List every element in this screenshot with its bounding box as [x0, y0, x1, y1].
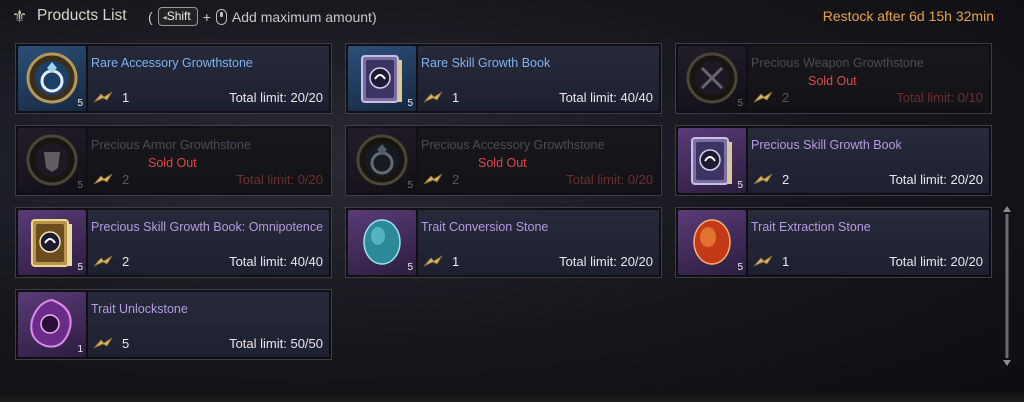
product-card[interactable]: 5 Precious Skill Growth Book: Omnipotence…	[15, 207, 332, 278]
hint-open-paren: (	[148, 8, 153, 25]
product-card[interactable]: 5 Precious Accessory Growthstone Sold Out 2…	[345, 125, 662, 196]
gold-skill-book-icon: 5	[18, 210, 86, 275]
product-info: Precious Skill Growth Book 2 Total limit: …	[748, 128, 989, 193]
item-quantity: 5	[407, 262, 413, 273]
plus-sign: +	[202, 8, 211, 25]
hint-text: Add maximum amount)	[231, 8, 377, 25]
item-quantity: 5	[77, 98, 83, 109]
teal-stone-icon: 5	[348, 210, 416, 275]
shift-key-label: Shift	[166, 9, 191, 23]
weapon-growthstone-icon: 5	[678, 46, 746, 111]
total-limit: Total limit: 50/50	[229, 336, 323, 351]
total-limit: Total limit: 40/40	[559, 90, 653, 105]
total-limit: Total limit: 0/10	[896, 90, 983, 105]
product-name: Rare Skill Growth Book	[421, 56, 551, 70]
currency-icon	[92, 90, 114, 104]
product-name: Precious Weapon Growthstone	[751, 56, 924, 70]
product-name: Rare Accessory Growthstone	[91, 56, 253, 70]
product-name: Precious Skill Growth Book	[751, 138, 902, 152]
currency-icon	[422, 172, 444, 186]
item-quantity: 5	[737, 180, 743, 191]
product-card[interactable]: 5 Precious Armor Growthstone Sold Out 2 Tota…	[15, 125, 332, 196]
item-quantity: 5	[77, 180, 83, 191]
product-info: Precious Skill Growth Book: Omnipotence 2…	[88, 210, 329, 275]
product-card[interactable]: 1 Trait Unlockstone 5 Total limit: 50/50	[15, 289, 332, 360]
currency-icon	[92, 336, 114, 350]
product-card[interactable]: 5 Rare Skill Growth Book 1 Total limit: 40/…	[345, 43, 662, 114]
scrollbar[interactable]	[1003, 206, 1011, 366]
item-quantity: 5	[77, 262, 83, 273]
currency-icon	[752, 172, 774, 186]
currency-icon	[92, 172, 114, 186]
product-card[interactable]: 5 Precious Weapon Growthstone Sold Out 2 Tot…	[675, 43, 992, 114]
item-quantity: 5	[737, 262, 743, 273]
total-limit: Total limit: 20/20	[889, 254, 983, 269]
price-amount: 2	[122, 254, 130, 269]
purple-stone-icon: 1	[18, 292, 86, 357]
skill-book-icon: 5	[678, 128, 746, 193]
price-amount: 2	[782, 90, 790, 105]
item-quantity: 5	[737, 98, 743, 109]
price-amount: 1	[782, 254, 790, 269]
product-card[interactable]: 5 Trait Conversion Stone 1 Total limit: 20/…	[345, 207, 662, 278]
currency-icon	[422, 90, 444, 104]
ring-growthstone-icon: 5	[18, 46, 86, 111]
price-amount: 1	[452, 254, 460, 269]
page-title: Products List	[37, 7, 127, 24]
total-limit: Total limit: 20/20	[889, 172, 983, 187]
product-name: Precious Armor Growthstone	[91, 138, 251, 152]
product-card[interactable]: 5 Trait Extraction Stone 1 Total limit: 20/…	[675, 207, 992, 278]
product-info: Trait Extraction Stone 1 Total limit: 20/2…	[748, 210, 989, 275]
product-info: Precious Weapon Growthstone Sold Out 2 Tota…	[748, 46, 989, 111]
product-card[interactable]: 5 Precious Skill Growth Book 2 Total limit:…	[675, 125, 992, 196]
armor-growthstone-icon: 5	[18, 128, 86, 193]
price-amount: 5	[122, 336, 130, 351]
total-limit: Total limit: 20/20	[559, 254, 653, 269]
mouse-icon	[215, 8, 227, 25]
product-name: Precious Accessory Growthstone	[421, 138, 605, 152]
price-amount: 1	[122, 90, 130, 105]
shift-key-badge: ◂Shift	[157, 7, 198, 26]
product-card[interactable]: 5 Rare Accessory Growthstone 1 Total limit:…	[15, 43, 332, 114]
bottom-bar	[0, 392, 1024, 402]
price-amount: 1	[452, 90, 460, 105]
product-info: Rare Skill Growth Book 1 Total limit: 40/4…	[418, 46, 659, 111]
products-header: ⚜ Products List ( ◂Shift + Add maximum a…	[0, 0, 1024, 34]
product-info: Precious Accessory Growthstone Sold Out 2 T…	[418, 128, 659, 193]
total-limit: Total limit: 0/20	[566, 172, 653, 187]
product-name: Precious Skill Growth Book: Omnipotence	[91, 220, 324, 234]
product-name: Trait Unlockstone	[91, 302, 188, 316]
sold-out-label: Sold Out	[478, 156, 527, 170]
product-info: Trait Unlockstone 5 Total limit: 50/50	[88, 292, 329, 357]
product-info: Precious Armor Growthstone Sold Out 2 Total…	[88, 128, 329, 193]
currency-icon	[92, 254, 114, 268]
price-amount: 2	[452, 172, 460, 187]
total-limit: Total limit: 0/20	[236, 172, 323, 187]
item-quantity: 5	[407, 98, 413, 109]
product-name: Trait Extraction Stone	[751, 220, 871, 234]
sold-out-label: Sold Out	[148, 156, 197, 170]
currency-icon	[752, 90, 774, 104]
product-info: Trait Conversion Stone 1 Total limit: 20/2…	[418, 210, 659, 275]
item-quantity: 5	[407, 180, 413, 191]
price-amount: 2	[782, 172, 790, 187]
product-name: Trait Conversion Stone	[421, 220, 549, 234]
total-limit: Total limit: 20/20	[229, 90, 323, 105]
ring-growthstone-icon: 5	[348, 128, 416, 193]
red-stone-icon: 5	[678, 210, 746, 275]
product-info: Rare Accessory Growthstone 1 Total limit: …	[88, 46, 329, 111]
fleur-de-lis-icon: ⚜	[12, 7, 28, 26]
total-limit: Total limit: 40/40	[229, 254, 323, 269]
price-amount: 2	[122, 172, 130, 187]
currency-icon	[422, 254, 444, 268]
item-quantity: 1	[77, 344, 83, 355]
shift-hint: ( ◂Shift + Add maximum amount)	[148, 7, 377, 26]
sold-out-label: Sold Out	[808, 74, 857, 88]
currency-icon	[752, 254, 774, 268]
skill-book-icon: 5	[348, 46, 416, 111]
restock-timer: Restock after 6d 15h 32min	[822, 8, 994, 24]
